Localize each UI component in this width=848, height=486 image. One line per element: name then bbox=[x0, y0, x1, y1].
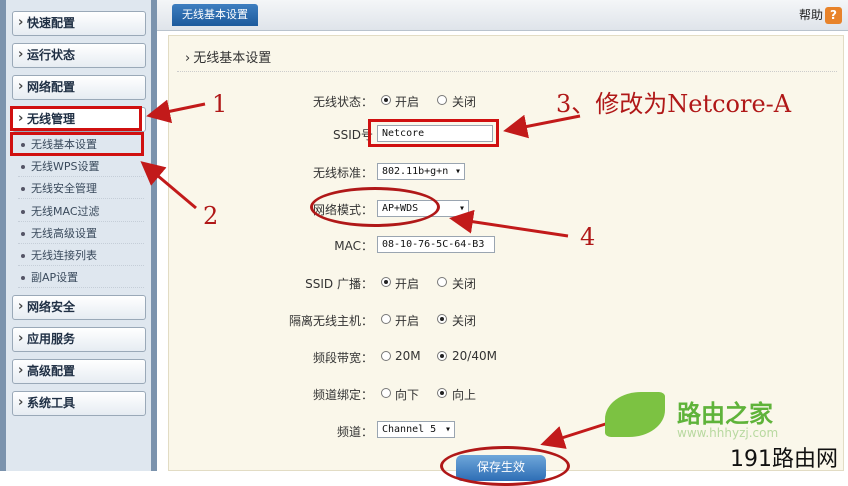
annotation-4: 4 bbox=[580, 223, 596, 251]
arrow-4 bbox=[449, 209, 569, 238]
annotation-3: 3、修改为Netcore-A bbox=[556, 90, 792, 118]
arrow-2 bbox=[140, 161, 197, 210]
watermark-url: www.hhhyzj.com bbox=[677, 426, 779, 440]
annotation-2: 2 bbox=[203, 202, 219, 230]
site-watermark: 191路由网 bbox=[730, 447, 838, 472]
watermark-brand: 路由之家 bbox=[677, 400, 773, 428]
arrow-1 bbox=[146, 99, 206, 124]
annotation-1: 1 bbox=[212, 90, 228, 118]
